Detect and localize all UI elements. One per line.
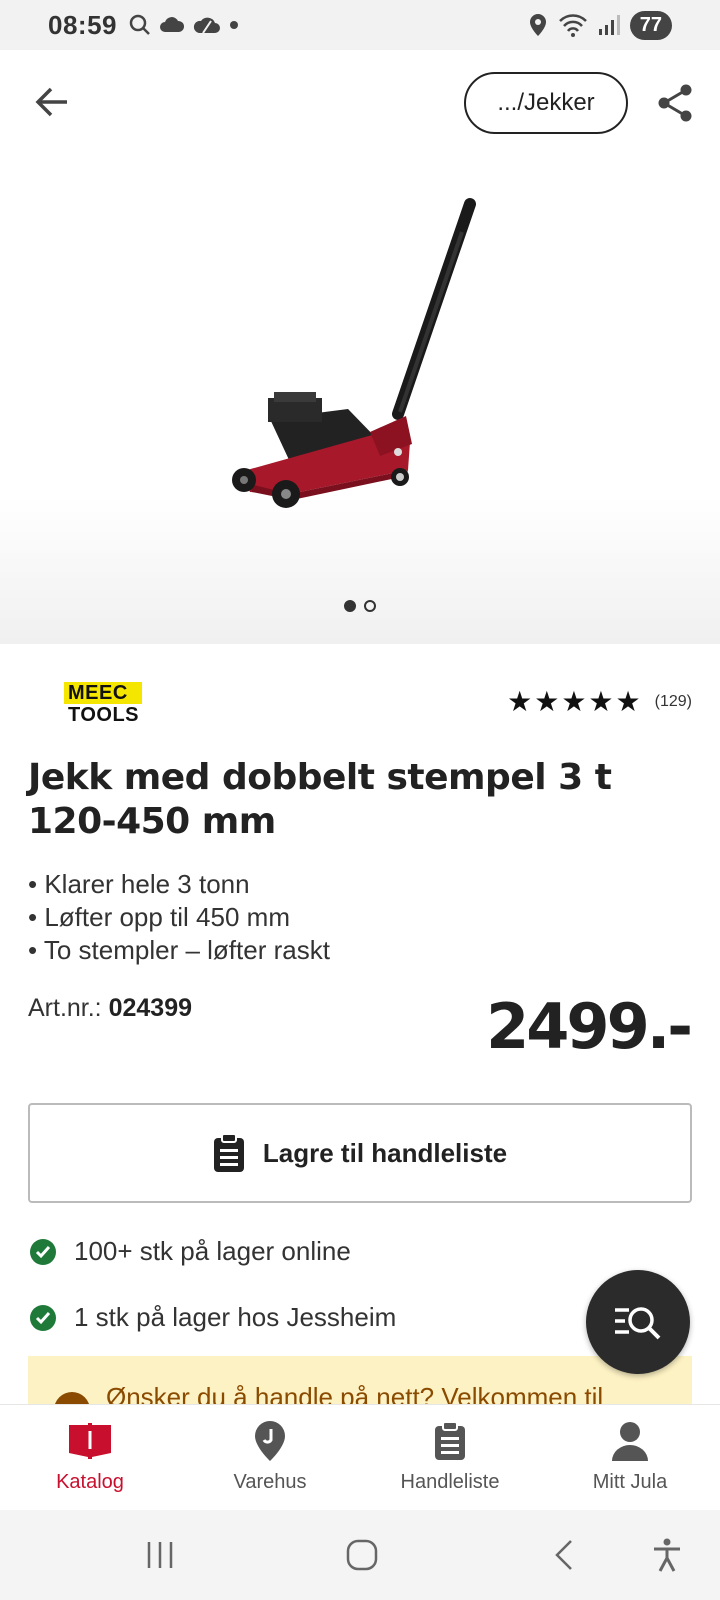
share-button[interactable] <box>652 80 698 126</box>
product-price: 2499.- <box>486 990 693 1063</box>
check-circle-icon <box>30 1238 56 1265</box>
clipboard-icon <box>213 1133 244 1172</box>
status-time: 08:59 <box>48 9 117 40</box>
share-icon <box>658 84 692 122</box>
location-status-icon <box>529 14 546 36</box>
location-pin-icon <box>246 1419 294 1463</box>
bottom-navigation: Katalog Varehus Handleliste Mitt Jula <box>0 1404 720 1510</box>
highlight-item: • Løfter opp til 450 mm <box>28 902 290 932</box>
save-button-label: Lagre til handleliste <box>262 1137 508 1168</box>
online-shopping-banner[interactable]: Ønsker du å handle på nett? Velkommen ti… <box>28 1356 692 1406</box>
wifi-icon <box>558 14 587 37</box>
accessibility-icon <box>654 1538 680 1572</box>
system-navigation-bar <box>0 1510 720 1600</box>
status-bar: 08:59 77 <box>0 0 720 50</box>
review-count: (129) <box>654 693 692 710</box>
carousel-dot-1[interactable] <box>344 600 356 612</box>
nav-stores[interactable]: Varehus <box>180 1405 360 1510</box>
rating-stars: ★ ★ ★ ★ ★ <box>507 688 641 716</box>
cloud-icon <box>160 17 185 32</box>
top-bar: .../Jekker <box>0 50 720 154</box>
home-button[interactable] <box>339 1532 385 1578</box>
person-icon <box>606 1419 654 1463</box>
star-icon: ★ <box>588 686 614 717</box>
home-icon <box>346 1539 378 1571</box>
back-button[interactable] <box>30 80 74 124</box>
article-number-label: Art.nr.: <box>28 994 102 1022</box>
banner-text: Ønsker du å handle på nett? Velkommen ti… <box>106 1382 604 1406</box>
carousel-dot-2[interactable] <box>364 600 376 612</box>
search-status-icon <box>129 14 150 35</box>
star-icon: ★ <box>534 686 560 717</box>
save-to-shopping-list-button[interactable]: Lagre til handleliste <box>28 1103 692 1203</box>
product-image-floor-jack <box>232 198 476 508</box>
product-rating[interactable]: ★ ★ ★ ★ ★ (129) <box>507 688 692 716</box>
highlight-item: • To stempler – løfter raskt <box>28 935 330 965</box>
search-list-icon <box>615 1307 661 1340</box>
product-highlights: • Klarer hele 3 tonn • Løfter opp til 45… <box>28 868 330 967</box>
clipboard-icon <box>426 1419 474 1463</box>
star-icon: ★ <box>507 686 533 717</box>
highlight-item: • Klarer hele 3 tonn <box>28 869 250 899</box>
nav-my-account-label: Mitt Jula <box>592 1471 668 1493</box>
battery-indicator: 77 <box>629 10 672 40</box>
nav-shopping-list-label: Handleliste <box>400 1471 500 1493</box>
check-circle-icon <box>30 1304 56 1331</box>
catalog-book-icon <box>66 1419 114 1463</box>
stock-online: 100+ stk på lager online <box>30 1236 351 1267</box>
stock-store-text: 1 stk på lager hos Jessheim <box>74 1302 397 1332</box>
nav-stores-label: Varehus <box>233 1471 307 1493</box>
recent-apps-button[interactable] <box>137 1532 183 1578</box>
breadcrumb-button[interactable]: .../Jekker <box>464 72 628 134</box>
weather-icon <box>193 17 220 34</box>
signal-icon <box>598 15 620 35</box>
chevron-left-icon <box>555 1540 572 1570</box>
stock-store[interactable]: 1 stk på lager hos Jessheim <box>30 1302 396 1333</box>
brand-logo-line2: TOOLS <box>64 704 142 726</box>
stock-online-text: 100+ stk på lager online <box>74 1236 351 1266</box>
star-icon: ★ <box>561 686 587 717</box>
star-icon: ★ <box>615 686 641 717</box>
product-title: Jekk med dobbelt stempel 3 t 120-450 mm <box>28 757 612 842</box>
nav-catalog-label: Katalog <box>56 1471 124 1493</box>
arrow-left-icon <box>35 87 67 117</box>
article-number-value: 024399 <box>108 994 193 1022</box>
product-image-carousel[interactable] <box>0 154 720 644</box>
article-number: Art.nr.: 024399 <box>28 994 192 1023</box>
accessibility-button[interactable] <box>644 1532 690 1578</box>
status-icons-right: 77 <box>528 10 672 40</box>
dot-icon <box>230 21 238 29</box>
brand-logo-meec-tools[interactable]: MEEC TOOLS <box>64 682 142 726</box>
brand-logo-line1: MEEC <box>64 682 142 704</box>
product-search-button[interactable] <box>586 1270 690 1374</box>
nav-catalog[interactable]: Katalog <box>0 1405 180 1510</box>
system-back-button[interactable] <box>541 1532 587 1578</box>
nav-shopping-list[interactable]: Handleliste <box>360 1405 540 1510</box>
status-icons-left <box>129 14 239 36</box>
recent-apps-icon <box>147 1542 173 1568</box>
nav-my-account[interactable]: Mitt Jula <box>540 1405 720 1510</box>
carousel-indicator <box>0 600 720 612</box>
screen: 08:59 77 .../Jekker MEEC TOOLS ★ ★ ★ ★ ★… <box>0 0 720 1600</box>
